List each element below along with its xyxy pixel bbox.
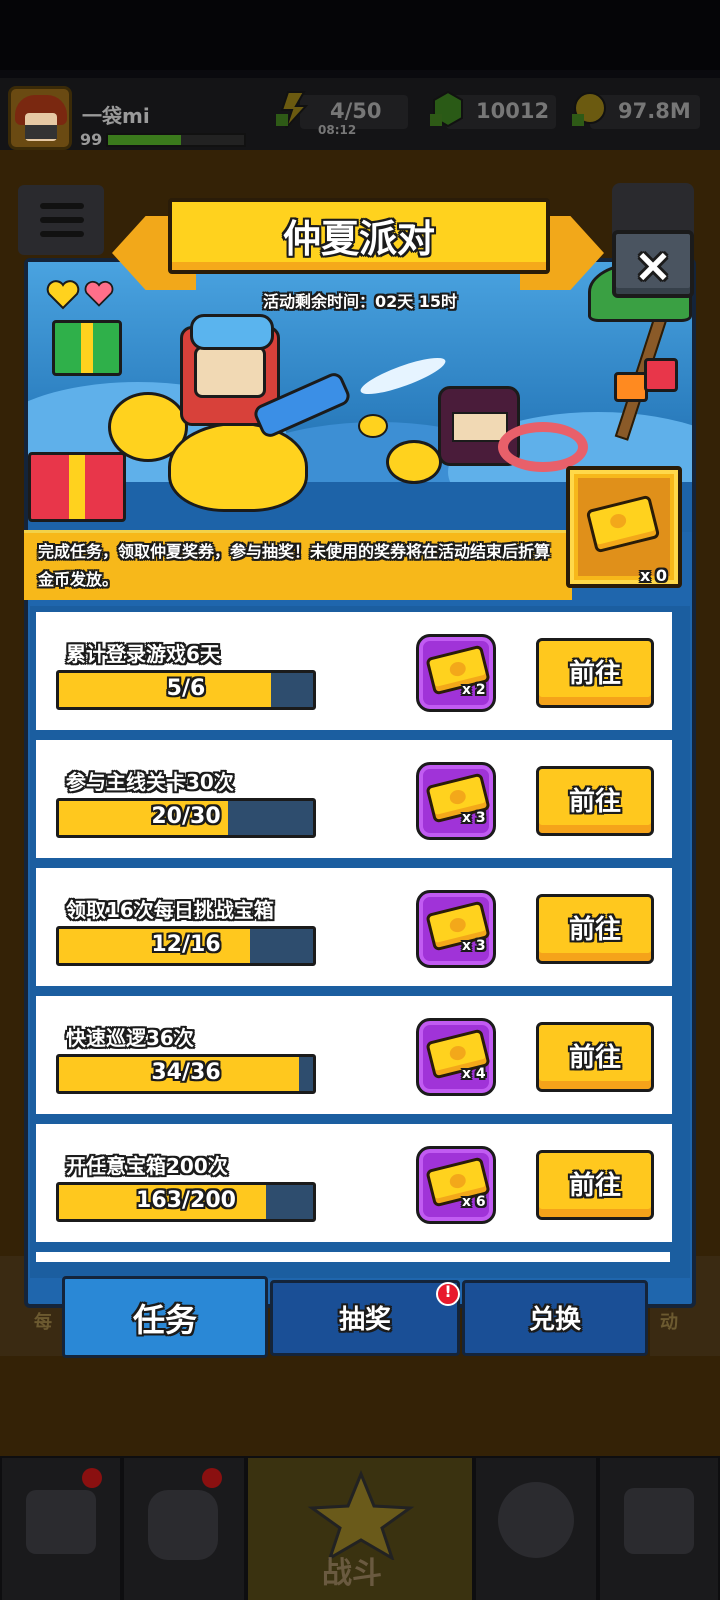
gift-icon xyxy=(644,358,678,392)
gift-icon xyxy=(614,372,648,402)
nav-evolution[interactable] xyxy=(600,1458,718,1600)
rubber-duck-icon xyxy=(358,414,388,438)
shop-badge xyxy=(82,1468,102,1488)
nav-battle-label: 战斗 xyxy=(322,1556,382,1591)
star-icon xyxy=(307,1470,415,1560)
gems-value: 10012 xyxy=(476,99,550,123)
task-list-next-row xyxy=(36,1252,670,1262)
task-title: 开任意宝箱200次 xyxy=(66,1154,228,1178)
task-reward[interactable] xyxy=(416,634,496,712)
shield-icon xyxy=(148,1490,218,1560)
task-reward[interactable] xyxy=(416,1146,496,1224)
tab-tasks[interactable]: 任务 xyxy=(62,1276,268,1358)
avatar-mask xyxy=(25,125,57,139)
task-reward[interactable] xyxy=(416,762,496,840)
gift-icon xyxy=(52,320,122,376)
status-bar xyxy=(0,0,720,70)
energy-value: 4/50 xyxy=(330,99,382,123)
gem-icon xyxy=(430,90,463,128)
task-reward-count: x 6 xyxy=(462,1194,486,1210)
lottery-alert-badge: ! xyxy=(436,1282,460,1306)
player-level: 99 xyxy=(80,130,103,149)
task-go-button[interactable]: 前往 xyxy=(536,638,654,708)
task-go-button[interactable]: 前往 xyxy=(536,1150,654,1220)
shop-icon xyxy=(26,1490,96,1554)
event-description: 完成任务，领取仲夏奖券，参与抽奖！未使用的奖券将在活动结束后折算金币发放。 xyxy=(38,542,551,589)
task-progress-text: 20/30 xyxy=(151,804,221,829)
event-countdown: 活动剩余时间：02天 15时 xyxy=(262,292,458,311)
task-reward[interactable] xyxy=(416,890,496,968)
equipment-badge xyxy=(202,1468,222,1488)
energy-timer: 08:12 xyxy=(318,123,357,137)
task-progress-text: 12/16 xyxy=(151,932,221,957)
avatar[interactable] xyxy=(8,86,72,150)
task-reward-count: x 4 xyxy=(462,1066,486,1082)
gift-icon xyxy=(28,452,126,522)
tab-lottery[interactable]: 抽奖 xyxy=(270,1280,460,1356)
nav-talent[interactable] xyxy=(476,1458,596,1600)
task-go-button[interactable]: 前往 xyxy=(536,766,654,836)
menu-icon xyxy=(18,185,104,255)
task-reward[interactable] xyxy=(416,1018,496,1096)
nav-equipment[interactable] xyxy=(124,1458,244,1600)
coin-icon xyxy=(572,92,606,126)
xp-bar xyxy=(106,133,246,147)
event-title: 仲夏派对 xyxy=(282,217,435,261)
task-title: 累计登录游戏6天 xyxy=(66,642,220,666)
dna-icon xyxy=(624,1488,694,1554)
task-reward-count: x 3 xyxy=(462,810,486,826)
coins-value: 97.8M xyxy=(618,99,691,123)
rubber-duck-icon xyxy=(386,440,442,484)
player-name: 一袋mi xyxy=(82,104,150,128)
lightning-icon xyxy=(276,91,309,129)
talent-icon xyxy=(498,1482,574,1558)
nav-shop[interactable] xyxy=(2,1458,120,1600)
task-title: 快速巡逻36次 xyxy=(66,1026,194,1050)
task-title: 领取16次每日挑战宝箱 xyxy=(66,898,274,922)
task-go-button[interactable]: 前往 xyxy=(536,1022,654,1092)
close-icon: × xyxy=(633,238,673,292)
task-reward-count: x 3 xyxy=(462,938,486,954)
task-go-button[interactable]: 前往 xyxy=(536,894,654,964)
task-title: 参与主线关卡30次 xyxy=(66,770,234,794)
xp-bar-fill xyxy=(108,135,182,145)
task-reward-count: x 2 xyxy=(462,682,486,698)
ticket-balance: x 0 xyxy=(640,566,668,585)
tab-exchange[interactable]: 兑换 xyxy=(462,1280,648,1356)
task-progress-text: 34/36 xyxy=(151,1060,221,1085)
task-progress-text: 5/6 xyxy=(166,676,206,701)
task-progress-text: 163/200 xyxy=(136,1188,236,1213)
